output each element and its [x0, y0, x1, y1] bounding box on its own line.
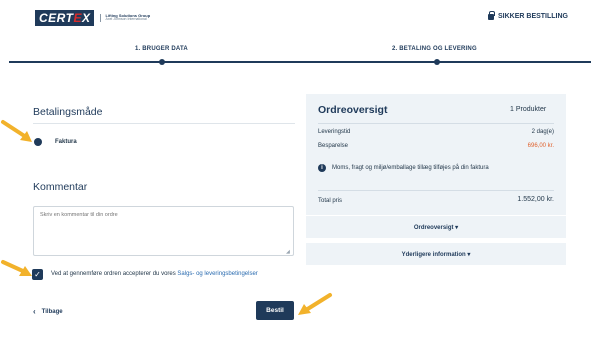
terms-text: Ved at gennemføre ordren accepterer du v… [51, 271, 258, 277]
step-payment-delivery: 2. BETALING OG LEVERING [392, 46, 477, 52]
order-overview-accordion[interactable]: Ordreoversigt ▾ [306, 216, 566, 238]
info-icon: i [318, 164, 326, 172]
secure-checkout-label: SIKKER BESTILLING [498, 13, 569, 20]
progress-bar [9, 61, 591, 63]
vat-info: i Moms, fragt og miljø/emballage tillæg … [318, 164, 489, 172]
total-label: Total pris [318, 198, 343, 204]
more-info-accordion[interactable]: Yderligere information ▾ [306, 243, 566, 265]
product-count: 1 Produkter [510, 106, 547, 113]
checkout-page: CERTEX Lifting Solutions Group Axel John… [0, 0, 600, 338]
step-user-data[interactable]: 1. BRUGER DATA [135, 46, 188, 52]
step-marker-2 [434, 59, 440, 65]
place-order-button[interactable]: Bestil [256, 301, 294, 320]
certex-logo[interactable]: CERTEX Lifting Solutions Group Axel John… [35, 10, 150, 26]
logo-subtitle: Lifting Solutions Group Axel Johnson Int… [100, 14, 150, 22]
terms-link[interactable]: Salgs- og leveringsbetingelser [177, 271, 257, 277]
back-label: Tilbage [41, 308, 63, 315]
payment-method-heading: Betalingsmåde [33, 106, 103, 118]
logo-wordmark: CERTEX [35, 10, 95, 26]
back-button[interactable]: ‹ Tilbage [33, 307, 63, 316]
resize-grip-icon[interactable]: ◢ [286, 249, 290, 255]
delivery-time-label: Leveringstid [318, 129, 351, 135]
savings-label: Besparelse [318, 143, 349, 149]
order-summary-title: Ordreoversigt [318, 104, 388, 116]
secure-checkout-badge: SIKKER BESTILLING [488, 10, 569, 20]
divider [33, 123, 295, 124]
invoice-radio-label[interactable]: Faktura [55, 139, 77, 145]
vat-info-text: Moms, fragt og miljø/emballage tillæg ti… [332, 165, 489, 171]
delivery-time-value: 2 dag(e) [531, 129, 554, 135]
annotation-arrow-icon [298, 293, 332, 315]
chevron-left-icon: ‹ [33, 307, 36, 316]
total-value: 1.552,00 kr. [517, 196, 554, 203]
divider [318, 123, 554, 124]
comment-textarea[interactable] [33, 206, 294, 256]
divider [318, 190, 554, 191]
annotation-arrow-icon [1, 120, 32, 142]
annotation-arrow-icon [1, 260, 32, 276]
lock-icon [488, 10, 495, 20]
step-marker-1 [159, 59, 165, 65]
comment-heading: Kommentar [33, 181, 88, 193]
savings-value: 696,00 kr. [527, 143, 554, 149]
